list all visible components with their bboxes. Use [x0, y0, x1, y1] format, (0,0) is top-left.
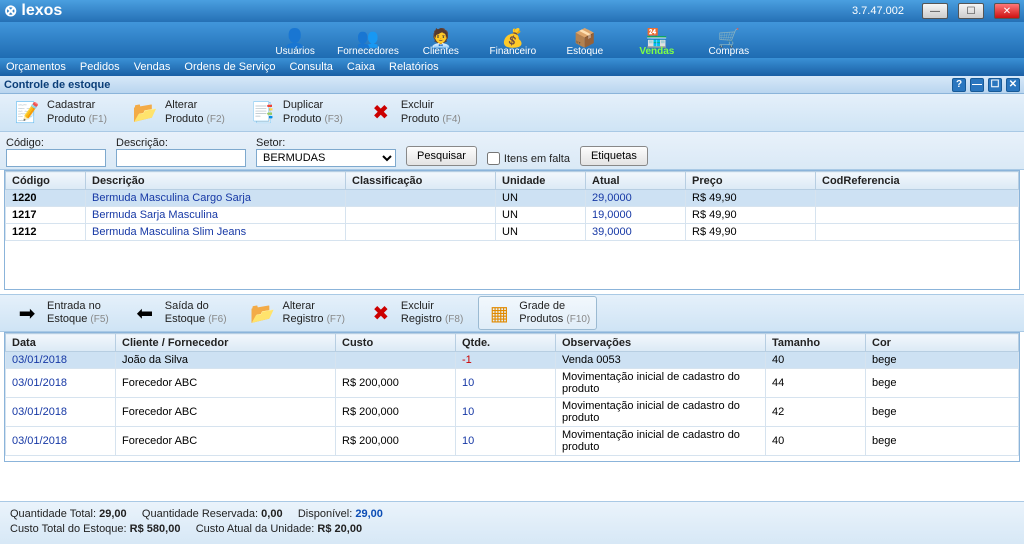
alterar-button[interactable]: 📂AlterarProduto (F2): [124, 96, 232, 130]
menu-orçamentos[interactable]: Orçamentos: [6, 61, 66, 73]
setor-select[interactable]: BERMUDAS: [256, 149, 396, 167]
toolbar-estoque[interactable]: 📦Estoque: [555, 29, 615, 57]
table-row[interactable]: 1220Bermuda Masculina Cargo SarjaUN29,00…: [6, 190, 1019, 207]
menu-pedidos[interactable]: Pedidos: [80, 61, 120, 73]
main-toolbar: 👤Usuários 👥Fornecedores 🧑‍💼Clientes 💰Financ…: [0, 22, 1024, 58]
table-row[interactable]: 1212Bermuda Masculina Slim JeansUN39,000…: [6, 224, 1019, 241]
products-col-5[interactable]: Preço: [686, 172, 816, 190]
sub-close-button[interactable]: ✕: [1006, 78, 1020, 92]
movements-table[interactable]: DataCliente / FornecedorCustoQtde.Observ…: [5, 333, 1019, 456]
subwindow-titlebar: Controle de estoque ? — ☐ ✕: [0, 76, 1024, 94]
excluir-icon: ✖: [367, 99, 395, 127]
mov-col-2[interactable]: Custo: [336, 334, 456, 352]
sub-maximize-button[interactable]: ☐: [988, 78, 1002, 92]
fornecedores-icon: 👥: [357, 29, 379, 47]
movements-table-wrap: DataCliente / FornecedorCustoQtde.Observ…: [4, 332, 1020, 462]
titlebar: ⊗ lexos 3.7.47.002 — ☐ ✕: [0, 0, 1024, 22]
menu-vendas[interactable]: Vendas: [134, 61, 171, 73]
products-col-4[interactable]: Atual: [586, 172, 686, 190]
menu-strip: Orçamentos Pedidos Vendas Ordens de Serviço…: [0, 58, 1024, 76]
mov-col-0[interactable]: Data: [6, 334, 116, 352]
disponivel-value: 29,00: [355, 508, 383, 520]
mov-col-6[interactable]: Cor: [866, 334, 1019, 352]
toolbar-vendas[interactable]: 🏪Vendas: [627, 29, 687, 57]
saida-button[interactable]: ⬅Saída doEstoque (F6): [124, 296, 234, 330]
entrada-icon: ➡: [13, 299, 41, 327]
footer-summary: Quantidade Total: 29,00 Quantidade Reser…: [0, 501, 1024, 544]
quantidade-total-value: 29,00: [99, 508, 127, 520]
toolbar-financeiro[interactable]: 💰Financeiro: [483, 29, 543, 57]
products-table-wrap: CódigoDescriçãoClassificaçãoUnidadeAtual…: [4, 170, 1020, 290]
excluir-button[interactable]: ✖ExcluirProduto (F4): [360, 96, 468, 130]
financeiro-icon: 💰: [502, 29, 524, 47]
duplicar-icon: 📑: [249, 99, 277, 127]
setor-label: Setor:: [256, 137, 396, 149]
table-row[interactable]: 03/01/2018Forecedor ABCR$ 200,00010Movim…: [6, 398, 1019, 427]
descricao-input[interactable]: [116, 149, 246, 167]
mov-col-1[interactable]: Cliente / Fornecedor: [116, 334, 336, 352]
codigo-input[interactable]: [6, 149, 106, 167]
menu-consulta[interactable]: Consulta: [290, 61, 333, 73]
menu-ordens-de-serviço[interactable]: Ordens de Serviço: [184, 61, 275, 73]
toolbar-usuarios[interactable]: 👤Usuários: [265, 29, 325, 57]
table-row[interactable]: 03/01/2018Forecedor ABCR$ 200,00010Movim…: [6, 369, 1019, 398]
logo-mark-icon: ⊗: [4, 1, 17, 21]
mov-col-3[interactable]: Qtde.: [456, 334, 556, 352]
cadastrar-button[interactable]: 📝CadastrarProduto (F1): [6, 96, 114, 130]
vendas-icon: 🏪: [646, 29, 668, 47]
app-logo: ⊗ lexos: [4, 1, 62, 21]
toolbar-clientes[interactable]: 🧑‍💼Clientes: [411, 29, 471, 57]
codigo-label: Código:: [6, 137, 106, 149]
products-col-2[interactable]: Classificação: [346, 172, 496, 190]
itens-em-falta-checkbox[interactable]: Itens em falta: [487, 152, 570, 165]
saida-icon: ⬅: [131, 299, 159, 327]
window-minimize-button[interactable]: —: [922, 3, 948, 19]
grade-button[interactable]: ▦Grade deProdutos (F10): [478, 296, 597, 330]
duplicar-button[interactable]: 📑DuplicarProduto (F3): [242, 96, 350, 130]
custo-unidade-value: R$ 20,00: [317, 523, 362, 535]
excluir-reg-icon: ✖: [367, 299, 395, 327]
table-row[interactable]: 03/01/2018João da Silva-1Venda 005340beg…: [6, 352, 1019, 369]
cadastrar-icon: 📝: [13, 99, 41, 127]
table-row[interactable]: 1217Bermuda Sarja MasculinaUN19,0000R$ 4…: [6, 207, 1019, 224]
product-actions-toolbar: 📝CadastrarProduto (F1) 📂AlterarProduto (F…: [0, 94, 1024, 132]
products-col-1[interactable]: Descrição: [86, 172, 346, 190]
window-maximize-button[interactable]: ☐: [958, 3, 984, 19]
itens-em-falta-input[interactable]: [487, 152, 500, 165]
subwindow-title: Controle de estoque: [4, 79, 110, 91]
etiquetas-button[interactable]: Etiquetas: [580, 146, 648, 166]
window-close-button[interactable]: ✕: [994, 3, 1020, 19]
products-col-6[interactable]: CodReferencia: [816, 172, 1019, 190]
sub-minimize-button[interactable]: —: [970, 78, 984, 92]
app-name: lexos: [21, 2, 62, 20]
clientes-icon: 🧑‍💼: [430, 29, 452, 47]
mov-col-4[interactable]: Observações: [556, 334, 766, 352]
menu-relatórios[interactable]: Relatórios: [389, 61, 439, 73]
products-col-0[interactable]: Código: [6, 172, 86, 190]
app-version: 3.7.47.002: [852, 5, 904, 17]
quantidade-reservada-value: 0,00: [261, 508, 282, 520]
entrada-button[interactable]: ➡Entrada noEstoque (F5): [6, 296, 116, 330]
help-button[interactable]: ?: [952, 78, 966, 92]
toolbar-fornecedores[interactable]: 👥Fornecedores: [337, 29, 399, 57]
descricao-label: Descrição:: [116, 137, 246, 149]
usuarios-icon: 👤: [284, 29, 306, 47]
estoque-icon: 📦: [574, 29, 596, 47]
pesquisar-button[interactable]: Pesquisar: [406, 146, 477, 166]
products-table[interactable]: CódigoDescriçãoClassificaçãoUnidadeAtual…: [5, 171, 1019, 241]
alterar-icon: 📂: [131, 99, 159, 127]
custo-total-value: R$ 580,00: [130, 523, 181, 535]
mov-col-5[interactable]: Tamanho: [766, 334, 866, 352]
toolbar-compras[interactable]: 🛒Compras: [699, 29, 759, 57]
grade-icon: ▦: [485, 299, 513, 327]
compras-icon: 🛒: [718, 29, 740, 47]
alterar-reg-button[interactable]: 📂AlterarRegistro (F7): [242, 296, 352, 330]
table-row[interactable]: 03/01/2018Forecedor ABCR$ 200,00010Movim…: [6, 427, 1019, 456]
stock-actions-toolbar: ➡Entrada noEstoque (F5)⬅Saída doEstoque …: [0, 294, 1024, 332]
alterar-reg-icon: 📂: [249, 299, 277, 327]
search-row: Código: Descrição: Setor: BERMUDAS Pesqu…: [0, 132, 1024, 170]
menu-caixa[interactable]: Caixa: [347, 61, 375, 73]
excluir-reg-button[interactable]: ✖ExcluirRegistro (F8): [360, 296, 470, 330]
products-col-3[interactable]: Unidade: [496, 172, 586, 190]
